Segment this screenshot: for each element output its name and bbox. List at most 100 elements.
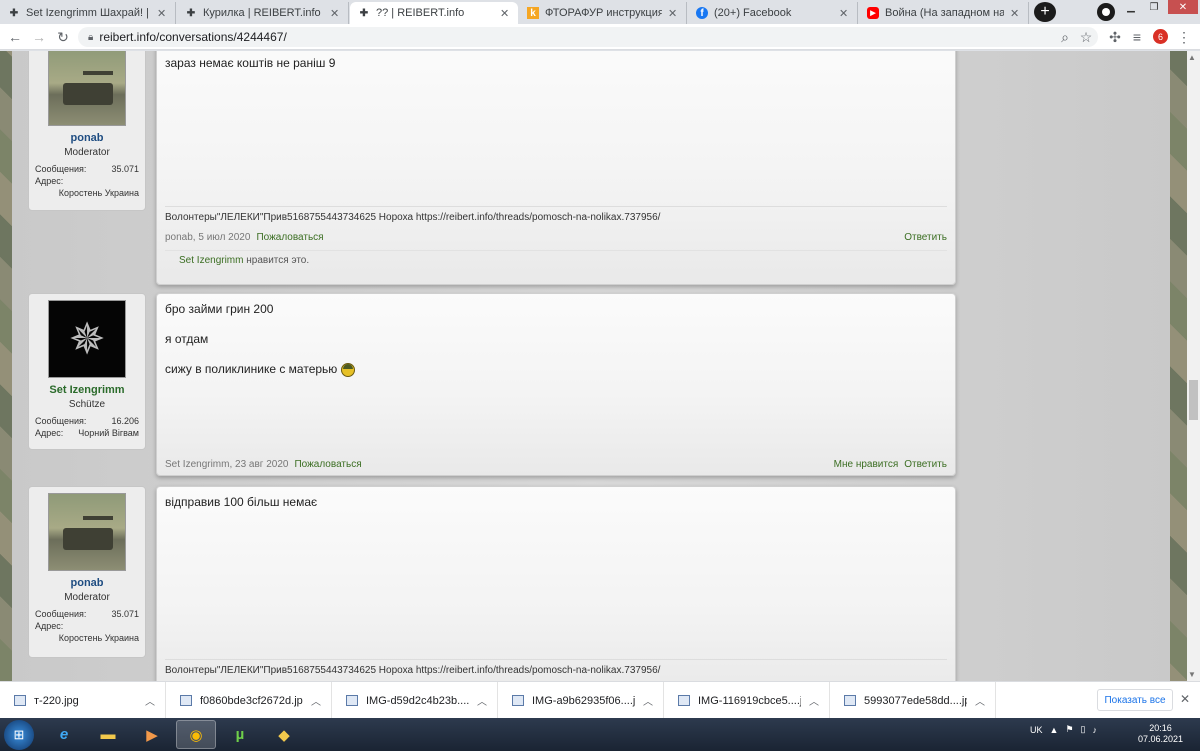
- avatar[interactable]: [48, 51, 126, 126]
- download-item[interactable]: IMG-d59d2c4b23b....jpg ︿: [332, 682, 498, 719]
- tab-5[interactable]: f (20+) Facebook ✕: [688, 2, 858, 24]
- download-filename: 5993077ede58dd....jpeg: [864, 694, 967, 707]
- extension-badge[interactable]: 6: [1153, 29, 1168, 44]
- tab-3-active[interactable]: ✚ ?? | REIBERT.info ✕: [350, 2, 518, 24]
- page-viewport: ponab Moderator Сообщения: 35.071 Адрес: …: [0, 51, 1200, 681]
- scroll-down-icon[interactable]: ▼: [1188, 670, 1196, 679]
- bookmark-star-icon[interactable]: ☆: [1077, 28, 1095, 46]
- start-button[interactable]: ⊞: [4, 720, 34, 750]
- message-line: бро займи грин 200: [165, 302, 274, 316]
- lock-icon[interactable]: 🔒︎: [88, 32, 93, 43]
- chevron-up-icon[interactable]: ︿: [145, 693, 159, 708]
- download-item[interactable]: т-220.jpg ︿: [0, 682, 166, 719]
- address-label: Адрес:: [35, 621, 64, 631]
- language-indicator[interactable]: UK: [1030, 725, 1043, 735]
- tab-1[interactable]: ✚ Set Izengrimm Шахрай! | Страни ✕: [0, 2, 176, 24]
- message-date[interactable]: Set Izengrimm, 23 авг 2020: [165, 459, 288, 470]
- close-tab-icon[interactable]: ✕: [839, 7, 849, 20]
- volume-icon[interactable]: ♪: [1092, 725, 1097, 735]
- avatar[interactable]: ✵: [48, 300, 126, 378]
- windows-logo-icon: ⊞: [13, 727, 25, 742]
- chevron-up-icon[interactable]: ︿: [809, 693, 823, 708]
- download-item[interactable]: 5993077ede58dd....jpeg ︿: [830, 682, 996, 719]
- reply-link[interactable]: Ответить: [904, 232, 947, 243]
- forward-icon[interactable]: →: [30, 28, 48, 46]
- reply-link[interactable]: Ответить: [904, 459, 947, 470]
- user-extra-info: Сообщения: 35.071 Адрес: Коростень Украин…: [35, 164, 139, 198]
- chevron-up-icon[interactable]: ︿: [975, 693, 989, 708]
- close-tab-icon[interactable]: ✕: [500, 7, 510, 20]
- username[interactable]: ponab: [35, 132, 139, 144]
- message-line: сижу в поликлинике с матерью: [165, 362, 338, 376]
- like-link[interactable]: Мне нравится: [834, 459, 899, 470]
- image-file-icon: [346, 695, 358, 706]
- post-count: 16.206: [111, 416, 139, 426]
- report-link[interactable]: Пожаловаться: [294, 459, 361, 470]
- download-filename: f0860bde3cf2672d.jpg: [200, 694, 303, 707]
- download-item[interactable]: IMG-a9b62935f06....jpg ︿: [498, 682, 664, 719]
- soldier-smiley-icon: [340, 362, 355, 377]
- chevron-up-icon[interactable]: ︿: [477, 693, 491, 708]
- message-line: я отдам: [165, 332, 209, 346]
- show-all-downloads-button[interactable]: Показать все: [1097, 689, 1173, 711]
- new-tab-button[interactable]: +: [1034, 2, 1056, 22]
- reload-icon[interactable]: ↻: [54, 28, 72, 46]
- iron-cross-icon: ✚: [186, 7, 196, 19]
- vpn-shield-icon[interactable]: ◆: [264, 720, 304, 749]
- scrollbar-thumb[interactable]: [1189, 380, 1198, 420]
- message-text: бро займи грин 200 я отдам сижу в поликл…: [157, 294, 955, 401]
- tab-2[interactable]: ✚ Курилка | REIBERT.info ✕: [177, 2, 349, 24]
- message-line: відправив 100 більш немає: [165, 495, 318, 509]
- zoom-icon[interactable]: ⌕: [1056, 28, 1074, 46]
- chevron-up-icon[interactable]: ︿: [643, 693, 657, 708]
- flag-icon[interactable]: ⚑: [1065, 724, 1073, 735]
- close-downloads-icon[interactable]: ✕: [1180, 692, 1190, 706]
- tab-6[interactable]: ▶ Война (На западном направ ✕: [859, 2, 1029, 24]
- file-explorer-icon[interactable]: ▬: [88, 720, 128, 749]
- avatar[interactable]: [48, 493, 126, 571]
- username[interactable]: Set Izengrimm: [35, 384, 139, 396]
- close-tab-icon[interactable]: ✕: [157, 7, 167, 20]
- page-scrollbar[interactable]: [1187, 51, 1200, 681]
- utorrent-icon[interactable]: µ: [220, 720, 260, 749]
- image-file-icon: [180, 695, 192, 706]
- back-icon[interactable]: ←: [6, 28, 24, 46]
- tab-title: (20+) Facebook: [714, 7, 792, 19]
- scroll-up-icon[interactable]: ▲: [1188, 53, 1196, 62]
- conversation-content: ponab Moderator Сообщения: 35.071 Адрес: …: [12, 51, 1170, 681]
- close-tab-icon[interactable]: ✕: [668, 7, 678, 20]
- tab-title: Курилка | REIBERT.info: [203, 7, 321, 19]
- reading-list-icon[interactable]: ≡: [1128, 28, 1146, 46]
- address-bar[interactable]: 🔒︎ reibert.info/conversations/4244467/: [78, 27, 1098, 47]
- minimize-icon[interactable]: ▁: [1120, 0, 1142, 14]
- report-link[interactable]: Пожаловаться: [256, 232, 323, 243]
- restore-icon[interactable]: ❐: [1143, 0, 1165, 14]
- menu-kebab-icon[interactable]: ⋮: [1175, 28, 1193, 46]
- chevron-up-icon[interactable]: ︿: [311, 693, 325, 708]
- close-tab-icon[interactable]: ✕: [1010, 7, 1020, 20]
- tab-4[interactable]: k ФТОРАФУР инструкция по прим ✕: [519, 2, 687, 24]
- message-date[interactable]: ponab, 5 июл 2020: [165, 232, 250, 243]
- tray-expand-icon[interactable]: ▲: [1050, 725, 1059, 735]
- url-text[interactable]: reibert.info/conversations/4244467/: [99, 30, 286, 44]
- download-item[interactable]: IMG-116919cbce5....jpg ︿: [664, 682, 830, 719]
- liker-link[interactable]: Set Izengrimm: [179, 255, 243, 266]
- chrome-icon[interactable]: ◉: [176, 720, 216, 749]
- download-filename: IMG-d59d2c4b23b....jpg: [366, 694, 469, 707]
- network-icon[interactable]: ▯: [1081, 724, 1086, 735]
- posts-label: Сообщения:: [35, 609, 87, 619]
- user-address: Коростень Украина: [58, 188, 139, 198]
- message-user-info: ponab Moderator Сообщения: 35.071 Адрес: …: [28, 51, 146, 211]
- internet-explorer-icon[interactable]: e: [44, 720, 84, 749]
- media-player-icon[interactable]: ▶: [132, 720, 172, 749]
- extensions-puzzle-icon[interactable]: ✣: [1106, 28, 1124, 46]
- post-count: 35.071: [111, 609, 139, 619]
- clock[interactable]: 20:16 07.06.2021: [1138, 723, 1183, 745]
- message-body: бро займи грин 200 я отдам сижу в поликл…: [156, 293, 956, 476]
- iron-cross-icon: ✚: [359, 7, 369, 19]
- username[interactable]: ponab: [35, 577, 139, 589]
- close-tab-icon[interactable]: ✕: [330, 7, 340, 20]
- tab-search-icon[interactable]: [1097, 3, 1115, 21]
- download-item[interactable]: f0860bde3cf2672d.jpg ︿: [166, 682, 332, 719]
- window-close-icon[interactable]: ✕: [1168, 0, 1198, 14]
